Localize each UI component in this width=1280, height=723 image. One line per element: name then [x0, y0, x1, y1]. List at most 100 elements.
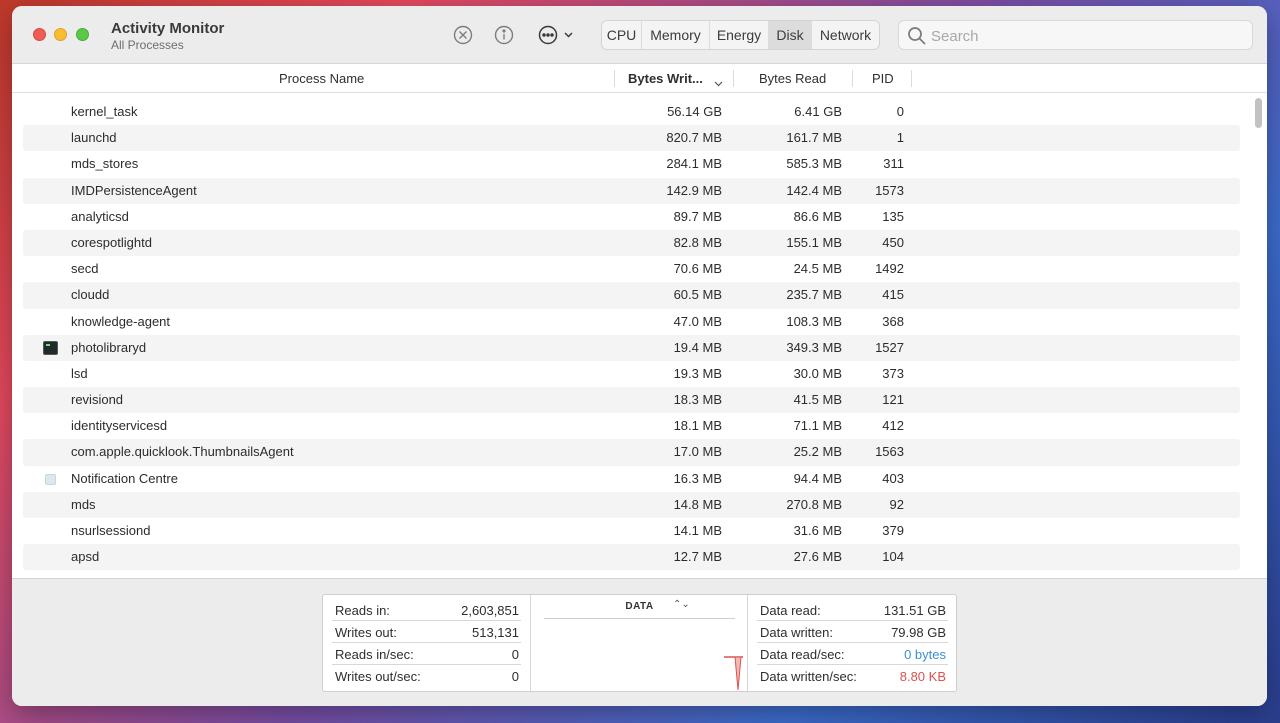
column-bytes-read[interactable]: Bytes Read [759, 64, 826, 93]
table-row[interactable]: secd 70.6 MB 24.5 MB 1492 [23, 256, 1240, 282]
minimize-window-button[interactable] [54, 28, 67, 41]
terminal-icon [43, 340, 58, 355]
footer-summary: Reads in: 2,603,851 Writes out: 513,131 Re… [12, 578, 1267, 706]
info-icon[interactable] [493, 24, 515, 46]
column-divider[interactable] [852, 70, 853, 87]
io-counts: Reads in: 2,603,851 Writes out: 513,131 Re… [323, 595, 531, 691]
bytes-read: 585.3 MB [786, 156, 842, 172]
table-row[interactable]: apsd 12.7 MB 27.6 MB 104 [23, 544, 1240, 571]
tab-memory[interactable]: Memory [642, 21, 710, 49]
ellipsis-circle-icon[interactable] [537, 24, 577, 46]
process-name: cloudd [71, 287, 110, 303]
tab-energy[interactable]: Energy [710, 21, 769, 49]
process-name: corespotlightd [71, 234, 152, 250]
table-row[interactable]: revisiond 18.3 MB 41.5 MB 121 [23, 387, 1240, 414]
stat-reads-in: Reads in: 2,603,851 [332, 599, 521, 621]
graph-written-spike [734, 656, 742, 691]
process-pid: 135 [882, 208, 904, 224]
table-row[interactable]: mds 14.8 MB 270.8 MB 92 [23, 491, 1240, 518]
table-row[interactable]: corespotlightd 82.8 MB 155.1 MB 450 [23, 229, 1240, 257]
process-name: kernel_task [71, 104, 138, 119]
tab-cpu[interactable]: CPU [602, 21, 642, 49]
bytes-read: 94.4 MB [793, 470, 842, 486]
table-row[interactable]: IMDPersistenceAgent 142.9 MB 142.4 MB 1573 [23, 177, 1240, 204]
table-row[interactable]: analyticsd 89.7 MB 86.6 MB 135 [23, 204, 1240, 230]
search-input[interactable] [931, 25, 1231, 47]
bytes-written: 19.4 MB [673, 339, 722, 355]
close-window-button[interactable] [33, 28, 46, 41]
process-pid: 415 [882, 287, 904, 303]
chevron-down-icon [714, 75, 723, 87]
process-pid: 403 [882, 470, 904, 486]
process-name: lsd [71, 365, 88, 381]
table-row[interactable]: mds_stores 284.1 MB 585.3 MB 311 [23, 151, 1240, 177]
bytes-read: 142.4 MB [786, 182, 842, 198]
process-name: photolibraryd [71, 339, 147, 355]
bytes-written: 284.1 MB [666, 156, 722, 172]
table-row[interactable]: cloudd 60.5 MB 235.7 MB 415 [23, 282, 1240, 309]
column-divider[interactable] [614, 70, 615, 87]
search-icon [908, 27, 926, 45]
bytes-written: 19.3 MB [673, 365, 722, 381]
bytes-written: 14.8 MB [673, 496, 722, 512]
bytes-written: 18.3 MB [673, 392, 722, 408]
search-field[interactable] [898, 20, 1253, 50]
table-row[interactable]: com.apple.quicklook.ThumbnailsAgent 17.0 … [23, 439, 1240, 466]
process-table: kernel_task 56.14 GB 6.41 GB 0 launchd 820.7 … [23, 99, 1240, 571]
bytes-read: 108.3 MB [786, 313, 842, 329]
process-pid: 1492 [875, 261, 904, 277]
process-pid: 104 [882, 549, 904, 565]
bytes-read: 25.2 MB [793, 444, 842, 460]
bytes-read: 349.3 MB [786, 339, 842, 355]
activity-monitor-window: Activity Monitor All Processes CPU Memor… [12, 6, 1267, 706]
process-name: apsd [71, 549, 100, 565]
table-row[interactable]: lsd 19.3 MB 30.0 MB 373 [23, 361, 1240, 387]
bytes-written: 18.1 MB [673, 418, 722, 434]
process-name: revisiond [71, 392, 124, 408]
table-row[interactable]: Notification Centre 16.3 MB 94.4 MB 403 [23, 466, 1240, 492]
process-pid: 1563 [875, 444, 904, 460]
process-name: knowledge-agent [71, 313, 171, 329]
graph-mode-toggle[interactable]: ⌃⌄ [673, 599, 690, 610]
table-row[interactable]: kernel_task 56.14 GB 6.41 GB 0 [23, 99, 1240, 125]
data-graph[interactable]: DATA ⌃⌄ [531, 595, 747, 691]
window-subtitle[interactable]: All Processes [111, 38, 184, 52]
process-name: mds [71, 496, 96, 512]
table-row[interactable]: nsurlsessiond 14.1 MB 31.6 MB 379 [23, 518, 1240, 544]
process-pid: 368 [882, 313, 904, 329]
table-row[interactable]: knowledge-agent 47.0 MB 108.3 MB 368 [23, 309, 1240, 335]
stat-data-written-sec: Data written/sec: 8.80 KB [760, 669, 946, 684]
column-process-name[interactable]: Process Name [279, 64, 364, 93]
bytes-read: 27.6 MB [793, 549, 842, 565]
tab-network[interactable]: Network [812, 21, 879, 49]
tab-disk[interactable]: Disk [769, 21, 812, 49]
column-bytes-written[interactable]: Bytes Writ... [628, 64, 703, 93]
process-pid: 412 [882, 418, 904, 434]
stat-writes-out-sec: Writes out/sec: 0 [335, 669, 519, 684]
column-pid[interactable]: PID [872, 64, 894, 93]
window-title: Activity Monitor [111, 20, 225, 37]
bytes-read: 235.7 MB [786, 287, 842, 303]
process-pid: 373 [882, 365, 904, 381]
process-pid: 311 [883, 156, 904, 172]
table-row[interactable]: identityservicesd 18.1 MB 71.1 MB 412 [23, 413, 1240, 439]
scrollbar-thumb[interactable] [1255, 98, 1262, 128]
stat-data-read-sec: Data read/sec: 0 bytes [757, 643, 948, 665]
bytes-read: 41.5 MB [793, 392, 842, 408]
zoom-window-button[interactable] [76, 28, 89, 41]
bytes-read: 161.7 MB [786, 130, 842, 146]
process-name: IMDPersistenceAgent [71, 182, 197, 198]
column-divider[interactable] [733, 70, 734, 87]
bytes-read: 270.8 MB [786, 496, 842, 512]
x-circle-icon[interactable] [452, 24, 474, 46]
process-pid: 121 [882, 392, 904, 408]
process-pid: 1573 [875, 182, 904, 198]
bytes-written: 47.0 MB [673, 313, 722, 329]
table-header: Process Name Bytes Writ... Bytes Read PI… [12, 64, 1267, 93]
process-name: secd [71, 261, 99, 277]
table-row[interactable]: launchd 820.7 MB 161.7 MB 1 [23, 125, 1240, 152]
column-divider[interactable] [911, 70, 912, 87]
vertical-scrollbar[interactable] [1252, 94, 1266, 578]
view-tabs: CPU Memory Energy Disk Network [601, 20, 880, 50]
table-row[interactable]: photolibraryd 19.4 MB 349.3 MB 1527 [23, 334, 1240, 361]
